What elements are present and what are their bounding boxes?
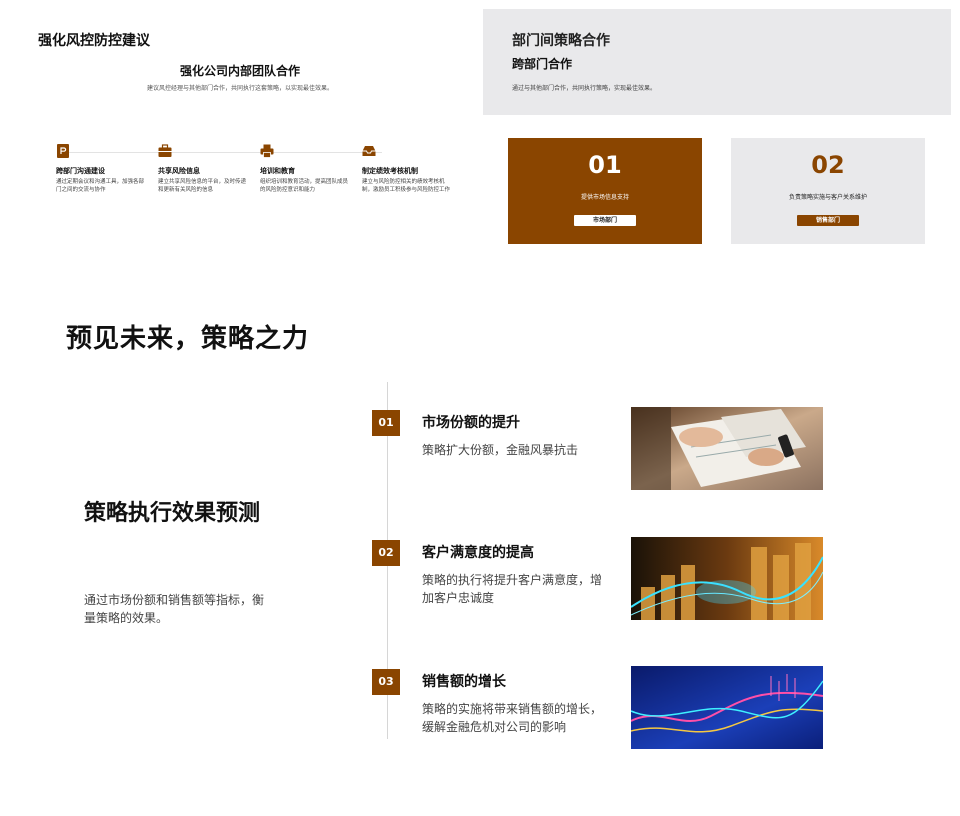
step-cross-department-communication: 跨部门沟通建设 通过定期会议和沟通工具，加强各部门之间的交流与协作 — [56, 144, 146, 194]
briefcase-icon — [158, 144, 172, 157]
item-title: 销售额的增长 — [422, 674, 506, 690]
slide1-title: 强化风控防控建议 — [38, 33, 150, 49]
step-title: 跨部门沟通建设 — [56, 167, 105, 175]
step-training-education: 培训和教育 组织培训和教育活动，提高团队成员的风险防控意识和能力 — [260, 144, 350, 194]
inbox-icon — [362, 146, 376, 156]
step-share-risk-info: 共享风险信息 建立共享风险信息的平台，及时传递和更新有关风险的信息 — [158, 144, 248, 194]
item-badge: 01 — [372, 410, 400, 436]
slide3-heading: 策略执行效果预测 — [84, 501, 261, 526]
step-title: 制定绩效考核机制 — [362, 167, 418, 175]
item-title: 市场份额的提升 — [422, 415, 520, 431]
slide3-title: 预见未来，策略之力 — [66, 324, 310, 354]
printer-icon — [260, 144, 274, 158]
item-badge: 03 — [372, 669, 400, 695]
department-tag: 销售部门 — [797, 215, 859, 226]
department-tag: 市场部门 — [574, 215, 636, 226]
card-description: 负责策略实施与客户关系维护 — [788, 194, 867, 201]
slide2-subtitle: 跨部门合作 — [512, 57, 573, 71]
card-number: 02 — [811, 151, 845, 179]
item-description: 策略扩大份额，金融风暴抗击 — [422, 443, 579, 457]
item-title: 客户满意度的提高 — [422, 545, 534, 561]
step-description: 建立与风险防控相关的绩效考核机制，激励员工积极参与风险防控工作 — [362, 179, 451, 193]
item-description: 策略的实施将带来销售额的增长，缓解金融危机对公司的影响 — [422, 702, 603, 734]
step-title: 培训和教育 — [260, 167, 295, 175]
card-sales: 02 负责策略实施与客户关系维护 销售部门 — [731, 138, 925, 244]
slide3-description: 通过市场份额和销售额等指标，衡量策略的效果。 — [84, 593, 265, 625]
slide2-title: 部门间策略合作 — [512, 33, 610, 49]
item-description: 策略的执行将提升客户满意度，增加客户忠诚度 — [422, 573, 603, 605]
slide1-subtitle: 强化公司内部团队合作 — [179, 64, 300, 78]
parking-sign-icon — [57, 144, 69, 158]
slide2-description: 通过与其他部门合作，共同执行策略，实现最佳效果。 — [512, 85, 657, 92]
step-description: 通过定期会议和沟通工具，加强各部门之间的交流与协作 — [56, 179, 145, 193]
step-title: 共享风险信息 — [158, 167, 200, 175]
card-description: 提供市场信息支持 — [580, 194, 629, 201]
step-description: 建立共享风险信息的平台，及时传递和更新有关风险的信息 — [158, 179, 247, 193]
forecast-item-sales-growth: 03 销售额的增长 策略的实施将带来销售额的增长，缓解金融危机对公司的影响 — [372, 666, 832, 756]
step-description: 组织培训和教育活动，提高团队成员的风险防控意识和能力 — [260, 179, 349, 193]
forecast-item-market-share: 01 市场份额的提升 策略扩大份额，金融风暴抗击 — [372, 407, 832, 497]
slide1-description: 建议风控经理与其他部门合作，共同执行这套策略，以实现最佳效果。 — [146, 85, 333, 92]
people-reviewing-documents-photo — [631, 407, 823, 490]
stock-market-graph-photo — [631, 666, 823, 749]
card-marketing: 01 提供市场信息支持 市场部门 — [508, 138, 702, 244]
coins-and-financial-chart-photo — [631, 537, 823, 620]
forecast-item-customer-satisfaction: 02 客户满意度的提高 策略的执行将提升客户满意度，增加客户忠诚度 — [372, 537, 832, 627]
item-badge: 02 — [372, 540, 400, 566]
card-number: 01 — [588, 151, 622, 179]
step-performance-mechanism: 制定绩效考核机制 建立与风险防控相关的绩效考核机制，激励员工积极参与风险防控工作 — [362, 144, 452, 194]
